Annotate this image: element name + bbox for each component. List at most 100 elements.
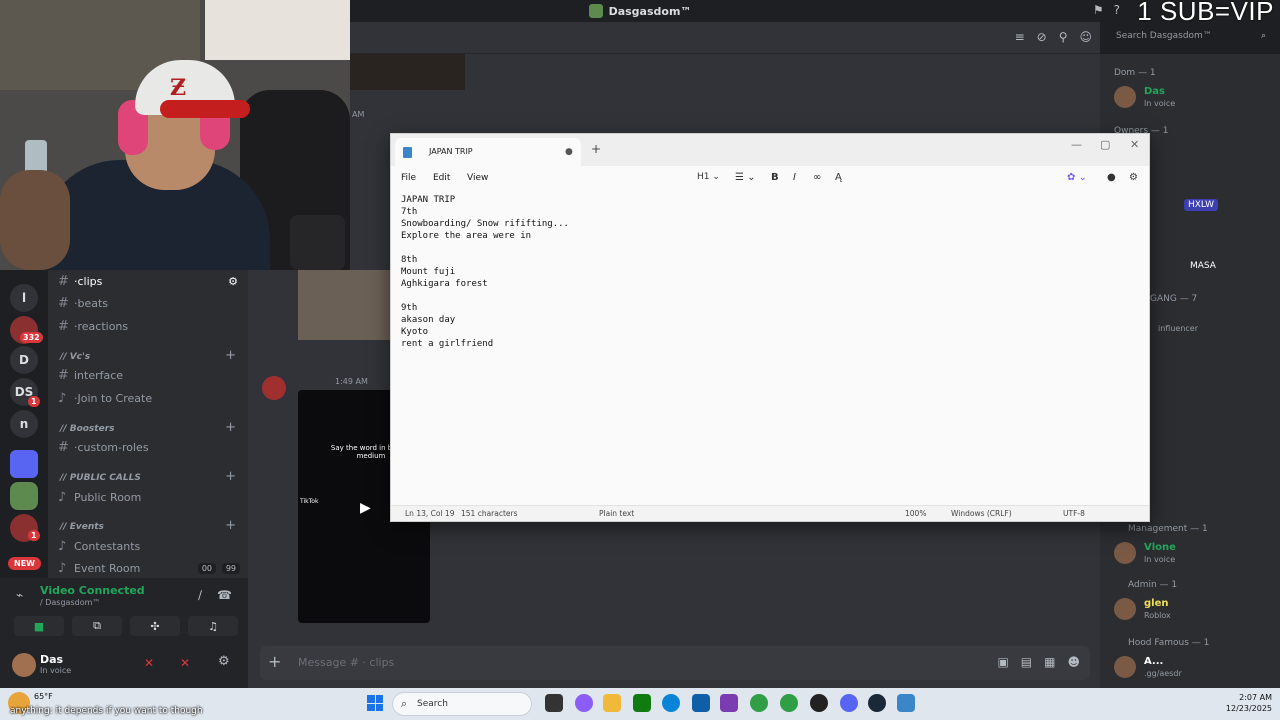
copilot-icon[interactable] xyxy=(575,694,593,712)
store-icon[interactable] xyxy=(692,694,710,712)
signal-icon[interactable]: ⌁ xyxy=(16,588,23,602)
notepad-text-area[interactable]: JAPAN TRIP 7th Snowboarding/ Snow rifift… xyxy=(401,194,1141,504)
minimize-icon[interactable]: — xyxy=(1071,138,1082,151)
members-icon[interactable]: ☺ xyxy=(1079,30,1092,44)
play-icon[interactable]: ▶ xyxy=(360,500,371,516)
line-ending[interactable]: Windows (CRLF) xyxy=(951,509,1012,518)
activities-button[interactable]: ✣ xyxy=(130,616,180,636)
channel-beats[interactable]: # · beats xyxy=(58,296,244,311)
settings-icon[interactable]: ⚙ xyxy=(1129,172,1138,183)
heading-select[interactable]: H1 ⌄ xyxy=(697,172,720,182)
member-item[interactable]: A... .gg/aesdr xyxy=(1114,654,1274,684)
help-icon[interactable]: ? xyxy=(1114,3,1120,17)
channel-custom-roles[interactable]: # · custom-roles xyxy=(58,440,244,455)
notepad-tab[interactable]: JAPAN TRIP ● xyxy=(395,138,581,166)
search-input[interactable]: Search Dasgasdom™ ⌕ xyxy=(1110,28,1272,48)
camera-button[interactable]: ■ xyxy=(14,616,64,636)
server-l[interactable]: l xyxy=(10,284,38,312)
server-dasgasdom[interactable] xyxy=(10,482,38,510)
chrome-icon[interactable] xyxy=(750,694,768,712)
maximize-icon[interactable]: ▢ xyxy=(1100,138,1110,151)
notification-badge: 1 xyxy=(28,396,40,407)
menu-view[interactable]: View xyxy=(467,173,488,183)
avatar[interactable] xyxy=(12,653,36,677)
file-explorer-icon[interactable] xyxy=(603,694,621,712)
unsaved-dot-icon[interactable]: ● xyxy=(565,147,573,157)
app-icon[interactable] xyxy=(810,694,828,712)
notepad-icon[interactable] xyxy=(897,694,915,712)
disconnect-icon[interactable]: ☎ xyxy=(217,588,232,602)
screen-share-button[interactable]: ⧉ xyxy=(72,616,122,636)
channel-public-room[interactable]: ♪ Public Room xyxy=(58,490,244,505)
new-tab-icon[interactable]: + xyxy=(591,142,601,156)
message-input[interactable]: Message # · clips xyxy=(298,656,394,669)
format-label[interactable]: Plain text xyxy=(599,509,634,518)
attach-plus-icon[interactable]: + xyxy=(268,652,281,671)
copilot-icon[interactable]: ✿ ⌄ xyxy=(1067,172,1087,183)
server-d[interactable]: D xyxy=(10,346,38,374)
soundboard-button[interactable]: ♫ xyxy=(188,616,238,636)
channel-contestants[interactable]: ♪ Contestants xyxy=(58,539,244,554)
add-channel-icon[interactable]: + xyxy=(225,469,236,484)
menu-file[interactable]: File xyxy=(401,173,416,183)
channel-clips[interactable]: # · clips ⚙ xyxy=(58,274,244,289)
edge-icon[interactable] xyxy=(662,694,680,712)
member-item[interactable]: Das In voice xyxy=(1114,84,1274,114)
account-icon[interactable]: ● xyxy=(1107,172,1116,183)
server-n[interactable]: n xyxy=(10,410,38,438)
settings-icon[interactable]: ⚙ xyxy=(228,275,238,288)
mute-icon[interactable]: ⊘ xyxy=(1037,30,1047,44)
message-composer[interactable]: + Message # · clips ▣ ▤ ▦ ☻ xyxy=(260,646,1090,680)
clock[interactable]: 2:07 AM 12/23/2025 xyxy=(1226,692,1272,714)
clear-format-icon[interactable]: Ą xyxy=(835,172,842,183)
category-public-calls[interactable]: // PUBLIC CALLS xyxy=(60,473,141,483)
italic-icon[interactable]: I xyxy=(793,172,796,183)
deafen-icon[interactable]: ✕ xyxy=(180,656,190,670)
start-button[interactable] xyxy=(367,695,383,711)
add-channel-icon[interactable]: + xyxy=(225,518,236,533)
task-view-icon[interactable] xyxy=(545,694,563,712)
channel-label: Join to Create xyxy=(77,392,153,405)
xbox-icon[interactable] xyxy=(633,694,651,712)
channel-join-to-create[interactable]: ♪ · Join to Create xyxy=(58,391,244,406)
zoom-level[interactable]: 100% xyxy=(905,509,926,518)
chrome-icon[interactable] xyxy=(780,694,798,712)
channel-reactions[interactable]: # · reactions xyxy=(58,319,244,334)
app-icon[interactable] xyxy=(720,694,738,712)
emoji-icon[interactable]: ☻ xyxy=(1067,655,1080,669)
mic-muted-icon[interactable]: ✕ xyxy=(144,656,154,670)
category-vcs[interactable]: // Vc's xyxy=(60,352,90,362)
server-folder[interactable] xyxy=(10,450,38,478)
new-pill[interactable]: NEW xyxy=(8,557,41,570)
settings-icon[interactable]: ⚙ xyxy=(218,654,230,669)
menu-edit[interactable]: Edit xyxy=(433,173,450,183)
inbox-icon[interactable]: ⚑ xyxy=(1093,3,1104,17)
category-events[interactable]: // Events xyxy=(60,522,104,532)
avatar[interactable] xyxy=(262,376,286,400)
pin-icon[interactable]: ⚲ xyxy=(1059,30,1068,44)
link-icon[interactable]: ∞ xyxy=(813,172,821,183)
gif-icon[interactable]: ▤ xyxy=(1021,655,1032,669)
voice-status[interactable]: Video Connected xyxy=(40,584,145,597)
gift-icon[interactable]: ▣ xyxy=(997,655,1008,669)
close-icon[interactable]: ✕ xyxy=(1130,138,1139,151)
bold-icon[interactable]: B xyxy=(771,172,779,183)
attachment-image[interactable] xyxy=(298,270,390,340)
steam-icon[interactable] xyxy=(868,694,886,712)
channel-interface[interactable]: # interface xyxy=(58,368,244,383)
channel-event-room[interactable]: ♪ Event Room xyxy=(58,561,244,576)
threads-icon[interactable]: ≡ xyxy=(1015,30,1025,44)
member-status: influencer xyxy=(1158,324,1199,333)
sticker-icon[interactable]: ▦ xyxy=(1044,655,1055,669)
list-icon[interactable]: ☰ ⌄ xyxy=(735,172,756,183)
discord-icon[interactable] xyxy=(840,694,858,712)
category-boosters[interactable]: // Boosters xyxy=(60,424,115,434)
member-item[interactable]: Vlone In voice xyxy=(1114,540,1274,570)
encoding[interactable]: UTF-8 xyxy=(1063,509,1085,518)
add-channel-icon[interactable]: + xyxy=(225,420,236,435)
noise-suppression-icon[interactable]: ∕ xyxy=(198,588,202,602)
member-item[interactable]: glen Roblox xyxy=(1114,596,1274,626)
taskbar-search[interactable]: ⌕ Search xyxy=(392,692,532,716)
avatar xyxy=(1114,86,1136,108)
add-channel-icon[interactable]: + xyxy=(225,348,236,363)
